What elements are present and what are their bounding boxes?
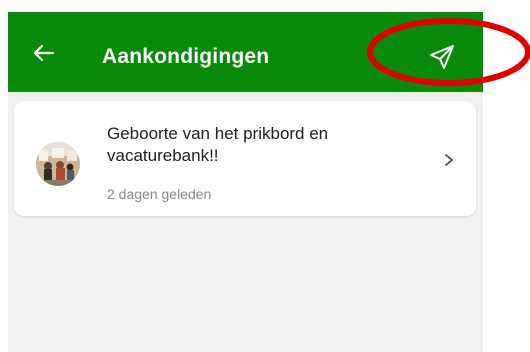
back-arrow-icon[interactable] <box>30 39 58 67</box>
announcements-screen: Aankondigingen Geboorte van het prikbord… <box>8 12 483 352</box>
app-bar: Aankondigingen <box>8 12 483 92</box>
announcement-thumbnail <box>36 142 80 186</box>
announcement-title: Geboorte van het prikbord en vacatureban… <box>107 124 329 165</box>
announcement-time: 2 dagen geleden <box>107 186 212 202</box>
announcement-card[interactable]: Geboorte van het prikbord en vacatureban… <box>14 101 476 216</box>
page-title: Aankondigingen <box>102 45 270 68</box>
chevron-right-icon <box>445 154 453 166</box>
send-icon[interactable] <box>428 43 456 71</box>
